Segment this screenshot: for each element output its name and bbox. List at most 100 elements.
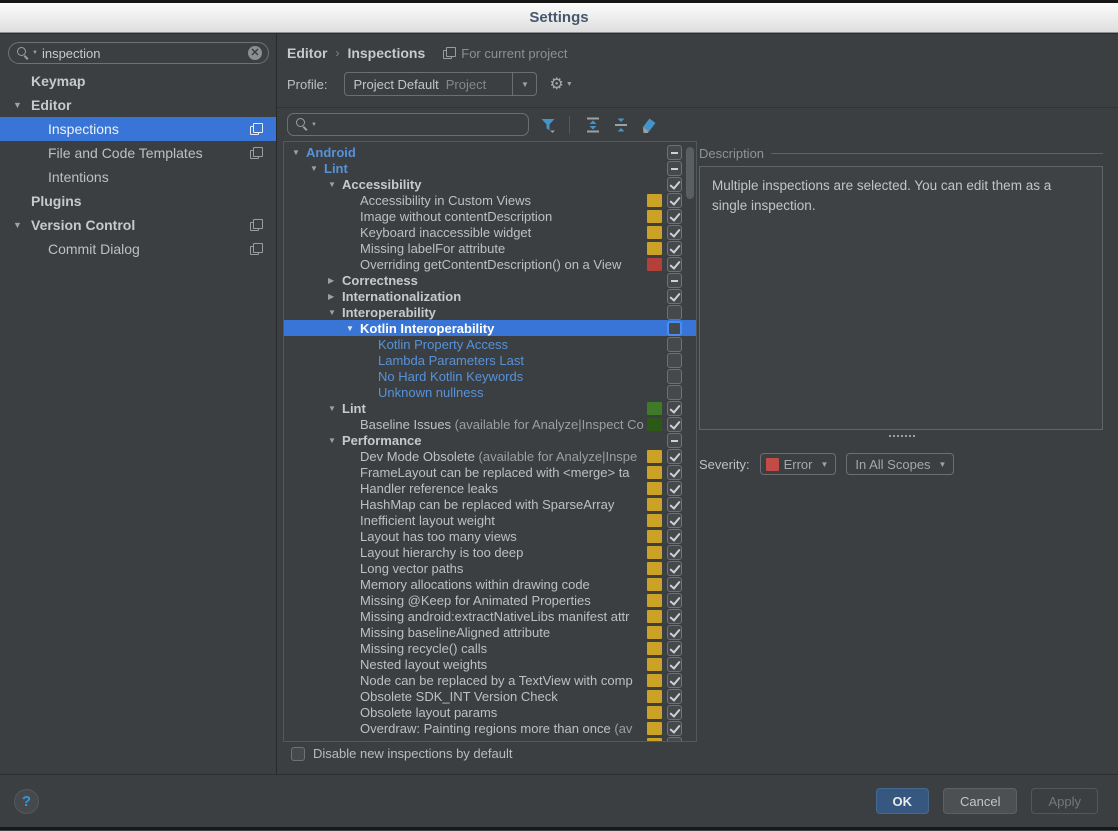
sidebar-item-keymap[interactable]: Keymap: [0, 69, 276, 93]
collapse-all-icon[interactable]: [612, 116, 630, 134]
severity-color-square[interactable]: [647, 481, 662, 495]
inspection-checkbox[interactable]: [667, 608, 682, 624]
chevron-down-icon[interactable]: ▼: [328, 180, 342, 189]
inspection-checkbox[interactable]: [667, 320, 682, 336]
inspection-row-overdraw-painting-regions-more-than-once[interactable]: Overdraw: Painting regions more than onc…: [284, 720, 696, 736]
inspection-row-missing-baselinealigned-attribute[interactable]: Missing baselineAligned attribute: [284, 624, 696, 640]
inspection-checkbox[interactable]: [667, 272, 682, 288]
inspection-checkbox[interactable]: [667, 432, 682, 448]
inspection-row-dev-mode-obsolete[interactable]: Dev Mode Obsolete (available for Analyze…: [284, 448, 696, 464]
chevron-down-icon[interactable]: ▼: [13, 220, 22, 230]
severity-color-square[interactable]: [647, 225, 662, 239]
chevron-down-icon[interactable]: ▼: [311, 122, 317, 128]
inspection-checkbox[interactable]: [667, 512, 682, 528]
severity-color-square[interactable]: [647, 193, 662, 207]
inspection-checkbox[interactable]: [667, 480, 682, 496]
chevron-down-icon[interactable]: ▼: [13, 100, 22, 110]
inspection-row-internationalization[interactable]: ▶ Internationalization: [284, 288, 696, 304]
chevron-down-icon[interactable]: ▼: [346, 324, 360, 333]
severity-color-square[interactable]: [647, 609, 662, 623]
profile-select[interactable]: Project Default Project ▼: [344, 72, 538, 96]
inspection-row-missing-recycle-calls[interactable]: Missing recycle() calls: [284, 640, 696, 656]
inspection-checkbox[interactable]: [667, 224, 682, 240]
inspection-row-row[interactable]: [284, 736, 696, 741]
inspection-checkbox[interactable]: [667, 208, 682, 224]
inspection-checkbox[interactable]: [667, 640, 682, 656]
inspection-checkbox[interactable]: [667, 304, 682, 320]
inspection-checkbox[interactable]: [667, 704, 682, 720]
filter-icon[interactable]: [539, 116, 557, 134]
severity-color-square[interactable]: [647, 465, 662, 479]
inspection-checkbox[interactable]: [667, 448, 682, 464]
disable-new-inspections-checkbox[interactable]: [291, 746, 305, 761]
inspection-checkbox[interactable]: [667, 720, 682, 736]
inspection-row-accessibility-in-custom-views[interactable]: Accessibility in Custom Views: [284, 192, 696, 208]
apply-button[interactable]: Apply: [1031, 788, 1098, 814]
inspection-row-missing-labelfor-attribute[interactable]: Missing labelFor attribute: [284, 240, 696, 256]
inspection-row-android[interactable]: ▼ Android: [284, 144, 696, 160]
inspection-row-handler-reference-leaks[interactable]: Handler reference leaks: [284, 480, 696, 496]
cancel-button[interactable]: Cancel: [943, 788, 1018, 814]
inspection-row-accessibility[interactable]: ▼ Accessibility: [284, 176, 696, 192]
inspection-row-kotlin-interoperability[interactable]: ▼ Kotlin Interoperability: [284, 320, 696, 336]
profile-actions-button[interactable]: ⚙ ▼: [549, 74, 572, 94]
inspection-checkbox[interactable]: [667, 240, 682, 256]
chevron-right-icon[interactable]: ▶: [328, 292, 342, 301]
inspection-checkbox[interactable]: [667, 656, 682, 672]
inspection-checkbox[interactable]: [667, 592, 682, 608]
inspection-row-image-without-contentdescription[interactable]: Image without contentDescription: [284, 208, 696, 224]
inspection-row-lambda-parameters-last[interactable]: Lambda Parameters Last: [284, 352, 696, 368]
severity-color-square[interactable]: [647, 721, 662, 735]
sidebar-item-intentions[interactable]: Intentions: [0, 165, 276, 189]
chevron-right-icon[interactable]: ▶: [328, 276, 342, 285]
severity-select[interactable]: Error ▼: [759, 453, 837, 475]
inspection-checkbox[interactable]: [667, 176, 682, 192]
severity-color-square[interactable]: [647, 561, 662, 575]
inspection-checkbox[interactable]: [667, 544, 682, 560]
inspection-checkbox[interactable]: [667, 688, 682, 704]
inspection-row-baseline-issues[interactable]: Baseline Issues (available for Analyze|I…: [284, 416, 696, 432]
inspection-checkbox[interactable]: [667, 384, 682, 400]
settings-search-value[interactable]: inspection: [42, 46, 248, 61]
severity-color-square[interactable]: [647, 497, 662, 511]
chevron-down-icon[interactable]: ▼: [32, 50, 38, 56]
inspection-row-overriding-getcontentdescription-on-a-view[interactable]: Overriding getContentDescription() on a …: [284, 256, 696, 272]
inspection-checkbox[interactable]: [667, 624, 682, 640]
panel-splitter-handle[interactable]: [889, 435, 915, 437]
inspection-row-layout-has-too-many-views[interactable]: Layout has too many views: [284, 528, 696, 544]
severity-color-square[interactable]: [647, 529, 662, 543]
sidebar-item-inspections[interactable]: Inspections: [0, 117, 276, 141]
inspection-row-long-vector-paths[interactable]: Long vector paths: [284, 560, 696, 576]
inspection-checkbox[interactable]: [667, 144, 682, 160]
inspection-row-unknown-nullness[interactable]: Unknown nullness: [284, 384, 696, 400]
inspection-checkbox[interactable]: [667, 496, 682, 512]
reset-eraser-icon[interactable]: [640, 116, 658, 134]
inspection-row-obsolete-sdk-int-version-check[interactable]: Obsolete SDK_INT Version Check: [284, 688, 696, 704]
severity-color-square[interactable]: [647, 705, 662, 719]
inspection-checkbox[interactable]: [667, 560, 682, 576]
severity-color-square[interactable]: [647, 641, 662, 655]
inspection-row-missing-keep-for-animated-properties[interactable]: Missing @Keep for Animated Properties: [284, 592, 696, 608]
inspection-checkbox[interactable]: [667, 288, 682, 304]
severity-color-square[interactable]: [647, 625, 662, 639]
inspection-row-performance[interactable]: ▼ Performance: [284, 432, 696, 448]
inspection-row-nested-layout-weights[interactable]: Nested layout weights: [284, 656, 696, 672]
inspection-checkbox[interactable]: [667, 192, 682, 208]
inspection-row-node-can-be-replaced-by-a-textview-with-comp[interactable]: Node can be replaced by a TextView with …: [284, 672, 696, 688]
severity-color-square[interactable]: [647, 257, 662, 271]
help-button[interactable]: ?: [14, 789, 39, 814]
inspection-row-missing-android-extractnativelibs-manifest-attr[interactable]: Missing android:extractNativeLibs manife…: [284, 608, 696, 624]
settings-search-field[interactable]: ▼ inspection ✕: [8, 42, 269, 64]
breadcrumb-inspections[interactable]: Inspections: [347, 45, 425, 61]
inspection-checkbox[interactable]: [667, 352, 682, 368]
inspection-row-lint[interactable]: ▼ Lint: [284, 400, 696, 416]
inspection-checkbox[interactable]: [667, 464, 682, 480]
inspection-checkbox[interactable]: [667, 576, 682, 592]
inspection-checkbox[interactable]: [667, 416, 682, 432]
severity-color-square[interactable]: [647, 513, 662, 527]
inspection-row-layout-hierarchy-is-too-deep[interactable]: Layout hierarchy is too deep: [284, 544, 696, 560]
inspection-row-framelayout-can-be-replaced-with-merge-ta[interactable]: FrameLayout can be replaced with <merge>…: [284, 464, 696, 480]
severity-color-square[interactable]: [647, 689, 662, 703]
inspection-row-kotlin-property-access[interactable]: Kotlin Property Access: [284, 336, 696, 352]
chevron-down-icon[interactable]: ▼: [512, 73, 536, 95]
